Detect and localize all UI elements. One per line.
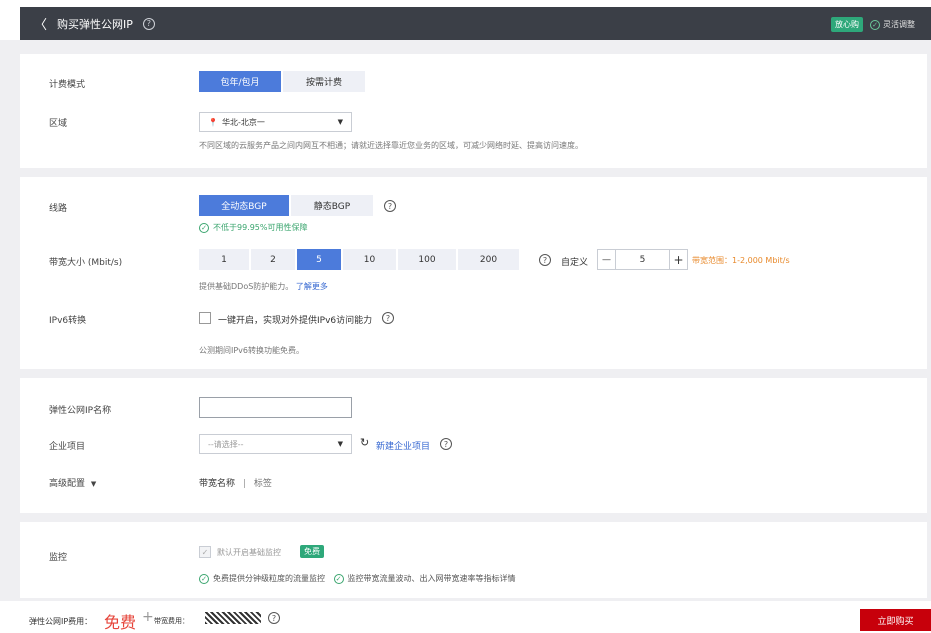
flex-adjust-label: 灵活调整	[883, 20, 915, 29]
line-label: 线路	[49, 204, 68, 214]
bandwidth-label: 带宽大小 (Mbit/s)	[49, 258, 123, 268]
region-select[interactable]: 📍 华北-北京一 ▼	[199, 112, 352, 132]
bandwidth-fee-label: 带宽费用：	[154, 617, 189, 625]
billing-option-yearly[interactable]: 包年/包月	[199, 71, 283, 92]
line-selector: 全动态BGP 静态BGP	[199, 195, 375, 216]
bandwidth-selector: 1 2 5 10 100 200	[199, 249, 521, 270]
monitor-feature-1: 免费提供分钟级粒度的流量监控	[213, 574, 325, 583]
custom-bandwidth-label: 自定义	[561, 258, 589, 268]
enterprise-help-icon[interactable]: ?	[440, 438, 452, 450]
network-card: 线路 全动态BGP 静态BGP ? ✓ 不低于99.95%可用性保障 带宽大小 (…	[20, 177, 927, 369]
ipv6-help-icon[interactable]: ?	[382, 312, 394, 324]
caret-down-icon: ▼	[337, 440, 343, 448]
advanced-item-bandwidth-name: 带宽名称	[199, 479, 236, 489]
buy-now-button[interactable]: 立即购买	[860, 609, 931, 631]
top-bar: 〈 购买弹性公网IP ? 放心购 ✓ 灵活调整	[0, 0, 931, 40]
enterprise-project-placeholder: --请选择--	[208, 439, 244, 449]
advanced-config-label: 高级配置	[49, 479, 86, 489]
monitoring-card: 监控 ✓ 默认开启基础监控 免费 ✓ 免费提供分钟级粒度的流量监控 ✓ 监控带宽流量…	[20, 522, 927, 598]
footer-bar: 弹性公网IP费用： 免费 + 带宽费用： ? 立即购买	[0, 601, 931, 633]
ddos-text: 提供基础DDoS防护能力。	[199, 282, 294, 291]
bandwidth-option-2[interactable]: 2	[251, 249, 297, 270]
bandwidth-option-1[interactable]: 1	[199, 249, 251, 270]
bandwidth-stepper-value[interactable]: 5	[616, 255, 669, 265]
monitor-label: 监控	[49, 553, 68, 563]
monitor-feature-2: 监控带宽流量波动、出入网带宽速率等指标详情	[347, 574, 516, 583]
check-circle-icon: ✓	[333, 573, 344, 584]
check-circle-icon: ✓	[870, 19, 880, 30]
ipv6-hint: 公测期间IPv6转换功能免费。	[199, 346, 305, 355]
page-header: 〈 购买弹性公网IP ? 放心购 ✓ 灵活调整	[20, 7, 931, 40]
billing-mode-selector: 包年/包月 按需计费	[199, 71, 367, 92]
fee-plus: +	[142, 609, 154, 625]
advanced-item-tags: 标签	[253, 479, 272, 489]
advanced-items: 带宽名称 | 标签	[199, 476, 272, 489]
plus-button[interactable]: +	[669, 250, 687, 269]
region-value: 华北-北京一	[221, 117, 265, 127]
free-badge: 免费	[300, 545, 324, 558]
eip-name-input[interactable]	[199, 397, 352, 418]
ipv6-label: IPv6转换	[49, 316, 87, 326]
refresh-icon[interactable]: ↻	[360, 436, 369, 449]
ipv6-checkbox-label: 一键开启，实现对外提供IPv6访问能力	[218, 316, 373, 326]
fee-help-icon[interactable]: ?	[268, 612, 280, 624]
ddos-hint: 提供基础DDoS防护能力。 了解更多	[199, 281, 328, 292]
bandwidth-option-100[interactable]: 100	[398, 249, 458, 270]
flex-adjust-badge: ✓ 灵活调整	[870, 19, 915, 30]
eip-fee-value: 免费	[104, 613, 137, 632]
line-help-icon[interactable]: ?	[384, 200, 396, 212]
line-option-dynamic-bgp[interactable]: 全动态BGP	[199, 195, 291, 216]
region-label: 区域	[49, 119, 68, 129]
enterprise-project-select[interactable]: --请选择-- ▼	[199, 434, 352, 454]
billing-mode-label: 计费模式	[49, 80, 86, 90]
advanced-config-toggle[interactable]: 高级配置 ▼	[49, 476, 96, 489]
page-title: 购买弹性公网IP	[57, 17, 133, 31]
billing-region-card: 计费模式 包年/包月 按需计费 区域 📍 华北-北京一 ▼ 不同区域的云服务产品…	[20, 54, 927, 168]
location-pin-icon: 📍	[208, 117, 218, 127]
check-circle-icon: ✓	[199, 222, 209, 233]
monitor-checkbox-label: 默认开启基础监控	[217, 548, 281, 557]
eip-fee-label: 弹性公网IP费用：	[29, 617, 93, 626]
caret-down-icon: ▼	[337, 118, 343, 126]
line-option-static-bgp[interactable]: 静态BGP	[291, 195, 375, 216]
line-guarantee: ✓ 不低于99.95%可用性保障	[199, 222, 308, 233]
monitor-features: ✓ 免费提供分钟级粒度的流量监控 ✓ 监控带宽流量波动、出入网带宽速率等指标详情	[199, 573, 516, 584]
bandwidth-help-icon[interactable]: ?	[539, 254, 551, 266]
minus-button[interactable]: —	[598, 250, 616, 269]
back-icon[interactable]: 〈	[34, 14, 47, 33]
region-hint: 不同区域的云服务产品之间内网互不相通；请就近选择靠近您业务的区域，可减少网络时延…	[199, 141, 583, 150]
question-circle-icon[interactable]: ?	[142, 17, 155, 30]
check-circle-icon: ✓	[199, 573, 209, 584]
bandwidth-range: 带宽范围：1-2,000 Mbit/s	[692, 256, 790, 265]
basic-info-card: 弹性公网IP名称 企业项目 --请选择-- ▼ ↻ 新建企业项目 ? 高级配置 …	[20, 378, 927, 513]
learn-more-link[interactable]: 了解更多	[296, 282, 328, 291]
ipv6-checkbox[interactable]	[199, 312, 211, 324]
bandwidth-option-10[interactable]: 10	[343, 249, 398, 270]
bandwidth-option-200[interactable]: 200	[458, 249, 521, 270]
assurance-badge: 放心购	[831, 17, 863, 32]
bandwidth-fee-obscured	[205, 612, 261, 624]
line-guarantee-text: 不低于99.95%可用性保障	[213, 223, 308, 232]
caret-down-icon: ▼	[90, 480, 97, 488]
advanced-separator: |	[242, 479, 246, 489]
enterprise-project-label: 企业项目	[49, 442, 86, 452]
monitor-checkbox: ✓	[199, 546, 211, 558]
eip-name-label: 弹性公网IP名称	[49, 406, 112, 416]
bandwidth-option-5[interactable]: 5	[297, 249, 343, 270]
new-enterprise-project-link[interactable]: 新建企业项目	[376, 439, 430, 452]
billing-option-on-demand[interactable]: 按需计费	[283, 71, 367, 92]
bandwidth-stepper: — 5 +	[597, 249, 688, 270]
